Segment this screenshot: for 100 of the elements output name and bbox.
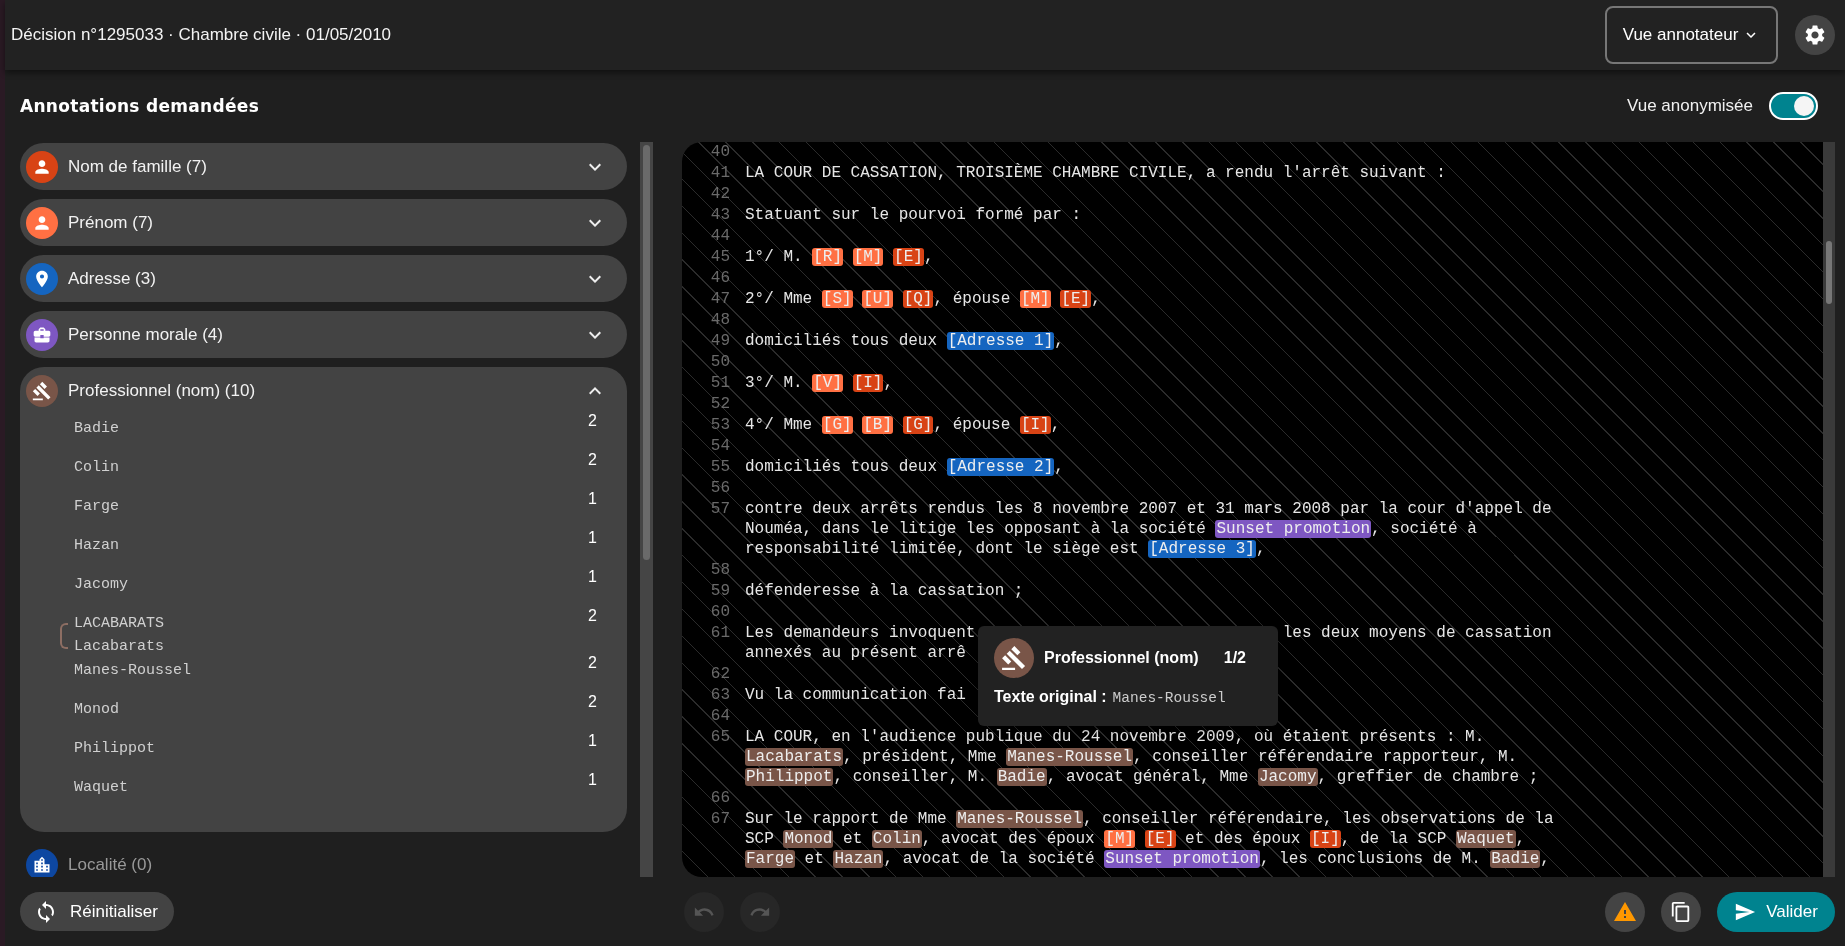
annotation-tag[interactable]: Monod [783, 830, 834, 848]
anonymized-view-switch[interactable] [1769, 92, 1818, 120]
annotation-tag[interactable]: [E] [893, 248, 924, 266]
document-text: et [842, 830, 864, 848]
entity-name[interactable]: Hazan [74, 537, 119, 555]
line-number: 43 [709, 205, 730, 225]
category-panel[interactable]: Personne morale (4) [20, 311, 627, 358]
document-text: Statuant sur le pourvoi formé par : [745, 206, 1082, 224]
annotation-tag[interactable]: Sunset promotion [1104, 850, 1260, 868]
scrollbar[interactable] [640, 142, 653, 877]
document-text: contre deux arrêts rendus les 8 novembre 2007 et 31 mars 2008 par la cour d'appel de [745, 500, 1552, 518]
view-dropdown[interactable]: Vue annotateur [1605, 6, 1778, 64]
line-number: 62 [709, 664, 730, 684]
line-number: 63 [709, 685, 730, 705]
gavel-icon [32, 380, 52, 401]
document-text: domiciliés tous deux [745, 458, 939, 476]
line-number: 51 [709, 373, 730, 393]
annotation-tag[interactable]: [G] [902, 416, 934, 434]
annotation-tag[interactable]: Manes-Roussel [956, 810, 1084, 828]
line-number: 64 [709, 706, 730, 726]
reset-button[interactable]: Réinitialiser [20, 892, 174, 931]
category-panel[interactable]: Prénom (7) [20, 199, 627, 246]
line-number: 41 [709, 163, 730, 183]
annotation-tag[interactable]: Farge [745, 850, 795, 868]
category-label: Localité (0) [68, 854, 154, 875]
category-panel[interactable]: Localité (0) [20, 841, 627, 877]
annotation-tag[interactable]: [E] [1144, 830, 1176, 848]
entity-count: 2 [588, 654, 597, 672]
annotation-tag[interactable]: Waquet [1455, 830, 1516, 848]
document-text: , [1091, 290, 1101, 308]
copy-button[interactable] [1661, 891, 1701, 932]
line-number: 66 [709, 788, 730, 808]
category-label: Prénom (7) [68, 212, 155, 233]
validate-button[interactable]: Valider [1717, 891, 1835, 932]
document-text: domiciliés tous deux [745, 332, 939, 350]
line-number: 61 [709, 623, 730, 643]
annotation-tag[interactable]: Philippot [745, 768, 834, 786]
entity-count: 1 [588, 529, 597, 547]
document-text: , de la SCP [1340, 830, 1448, 848]
category-panel[interactable]: Professionnel (nom) (10) Badie 2 Colin 2 Farge 1 Hazan 1 Jacomy 1 LACABARATS Lacabarats 2 Manes-Roussel 2 Monod 2 Philippot 1 Waquet 1 [20, 367, 627, 832]
line-number: 59 [709, 581, 730, 601]
bracket-icon [60, 622, 68, 649]
line-number: 44 [709, 226, 730, 246]
document-text: et des époux [1184, 830, 1302, 848]
document-text: , [1255, 540, 1266, 558]
entity-name[interactable]: Waquet [74, 779, 128, 797]
annotation-tag[interactable]: [E] [1060, 290, 1092, 308]
entity-name[interactable]: Farge [74, 498, 119, 516]
entity-name[interactable]: Manes-Roussel [74, 662, 192, 680]
entity-name[interactable]: Monod [74, 701, 119, 719]
document-text: SCP [745, 830, 775, 848]
annotation-tag[interactable]: [Adresse 1] [946, 332, 1055, 350]
entity-count: 2 [588, 693, 597, 711]
document-text: , conseiller référendaire rapporteur, M. [1133, 748, 1518, 766]
annotation-tag[interactable]: Manes-Roussel [1006, 748, 1134, 766]
document-text: responsabilité limitée, dont le siège est [745, 540, 1140, 558]
entity-count: 1 [588, 732, 597, 750]
line-number: 65 [709, 727, 730, 747]
annotation-tag[interactable]: Badie [996, 768, 1047, 786]
document-text: , les conclusions de M. [1259, 850, 1482, 868]
annotation-tag[interactable]: [Adresse 3] [1148, 540, 1256, 558]
document-text: , [1054, 458, 1064, 476]
annotation-tag[interactable]: Jacomy [1257, 768, 1318, 786]
document-text: , avocat de la société [883, 850, 1096, 868]
line-number: 55 [709, 457, 730, 477]
gavel-icon [1001, 645, 1027, 671]
line-number: 40 [709, 142, 730, 162]
entity-name[interactable]: Jacomy [74, 576, 128, 594]
category-panel[interactable]: Adresse (3) [20, 255, 627, 302]
annotation-tag[interactable]: [I] [1309, 830, 1341, 848]
warning-button[interactable] [1605, 891, 1645, 932]
annotation-tag[interactable]: Hazan [833, 850, 884, 868]
annotation-tag[interactable]: Colin [871, 830, 922, 848]
category-panel[interactable]: Nom de famille (7) [20, 143, 627, 190]
annotation-tag[interactable]: Badie [1490, 850, 1541, 868]
line-number: 53 [709, 415, 730, 435]
line-number: 52 [709, 394, 730, 414]
entity-name[interactable]: Philippot [74, 740, 155, 758]
settings-button[interactable] [1795, 15, 1835, 55]
annotation-tag[interactable]: [Adresse 2] [946, 458, 1055, 476]
annotation-tag[interactable]: [I] [852, 374, 884, 392]
scrollbar[interactable] [1823, 142, 1835, 877]
annotation-tag[interactable]: Sunset promotion [1215, 520, 1372, 538]
document-text: , [1050, 416, 1061, 434]
document-text: , [923, 248, 934, 266]
entity-count: 1 [588, 568, 597, 586]
document-text: les deux moyens de cassation [1282, 624, 1552, 642]
tooltip-label: Texte original : [994, 688, 1107, 706]
entity-name[interactable]: Colin [74, 459, 119, 477]
annotation-tag[interactable]: Lacabarats [745, 748, 843, 766]
entity-name[interactable]: LACABARATS [74, 615, 164, 633]
annotation-tag[interactable]: [I] [1019, 416, 1051, 434]
annotation-tag[interactable]: [Q] [902, 290, 934, 308]
copy-icon [1670, 900, 1692, 923]
decision-title: Décision n°1295033 · Chambre civile · 01/05/2010 [11, 25, 393, 45]
entity-name[interactable]: Badie [74, 420, 119, 438]
document-text: Vu la communication fai [745, 686, 966, 704]
document-text: 4°/ Mme [745, 416, 814, 434]
entity-name[interactable]: Lacabarats [74, 638, 164, 656]
document-text: LA COUR, en l'audience publique du 24 novembre 2009, où étaient présents : M. [745, 728, 1485, 746]
